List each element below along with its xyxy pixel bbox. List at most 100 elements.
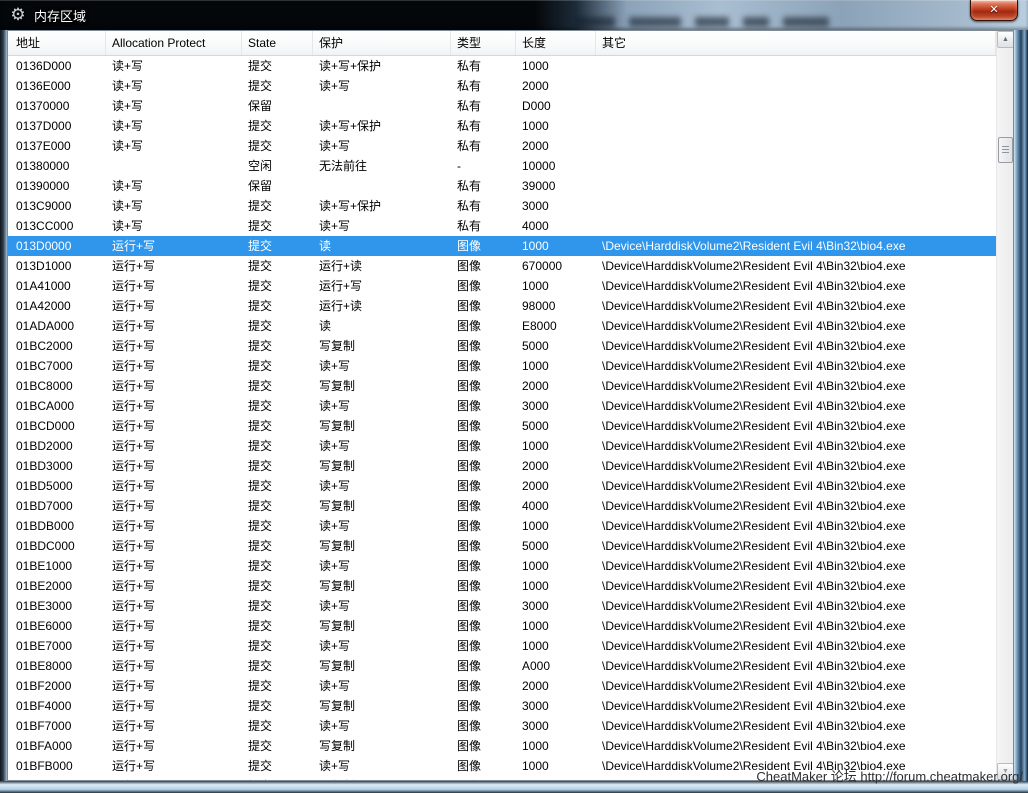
table-row[interactable]: 01BC7000运行+写提交读+写图像1000\Device\HarddiskV… [8,356,996,376]
table-row[interactable]: 01ADA000运行+写提交读图像E8000\Device\HarddiskVo… [8,316,996,336]
table-cell: 无法前往 [313,156,451,176]
table-cell: 提交 [242,276,313,296]
table-cell: 运行+写 [106,236,242,256]
table-cell: 提交 [242,476,313,496]
table-row[interactable]: 01BE1000运行+写提交读+写图像1000\Device\HarddiskV… [8,556,996,576]
title-bar[interactable]: ⚙ 内存区域 ✕ [0,0,1028,30]
window-border-left [0,30,7,793]
table-row[interactable]: 0136E000读+写提交读+写私有2000 [8,76,996,96]
table-cell: 01390000 [8,176,106,196]
table-cell: 01ADA000 [8,316,106,336]
table-row[interactable]: 0137E000读+写提交读+写私有2000 [8,136,996,156]
table-row[interactable]: 01BE3000运行+写提交读+写图像3000\Device\HarddiskV… [8,596,996,616]
table-row[interactable]: 01380000空闲无法前往-10000 [8,156,996,176]
table-row[interactable]: 01370000读+写保留私有D000 [8,96,996,116]
table-cell: 运行+写 [106,256,242,276]
table-cell: 1000 [516,276,596,296]
table-row[interactable]: 01A42000运行+写提交运行+读图像98000\Device\Harddis… [8,296,996,316]
table-cell: 提交 [242,456,313,476]
table-row[interactable]: 01BF7000运行+写提交读+写图像3000\Device\HarddiskV… [8,716,996,736]
table-cell: 1000 [516,56,596,76]
table-row[interactable]: 01BD3000运行+写提交写复制图像2000\Device\HarddiskV… [8,456,996,476]
scroll-up-button[interactable]: ▲ [997,31,1014,48]
table-row[interactable]: 01BF4000运行+写提交写复制图像3000\Device\HarddiskV… [8,696,996,716]
table-cell: 提交 [242,116,313,136]
table-cell: 私有 [451,116,516,136]
table-cell: 提交 [242,736,313,756]
table-cell: 图像 [451,416,516,436]
scrollbar-thumb[interactable] [998,137,1013,163]
table-row[interactable]: 01BE7000运行+写提交读+写图像1000\Device\HarddiskV… [8,636,996,656]
table-row[interactable]: 01BD2000运行+写提交读+写图像1000\Device\HarddiskV… [8,436,996,456]
table-cell: 01BF4000 [8,696,106,716]
table-cell: 读+写 [313,136,451,156]
table-cell: 图像 [451,776,516,780]
table-row[interactable]: 013C9000读+写提交读+写+保护私有3000 [8,196,996,216]
table-row[interactable]: 01BC8000运行+写提交写复制图像2000\Device\HarddiskV… [8,376,996,396]
table-cell: 图像 [451,496,516,516]
table-cell: 图像 [451,516,516,536]
vertical-scrollbar[interactable]: ▲ ▼ [996,31,1013,780]
table-cell: 013D0000 [8,236,106,256]
background-window-blur [575,17,855,27]
column-header-4[interactable]: 类型 [451,31,516,55]
table-row[interactable]: 01BC2000运行+写提交写复制图像5000\Device\HarddiskV… [8,336,996,356]
table-cell: 读+写 [313,476,451,496]
table-cell: 01BCD000 [8,416,106,436]
column-header-3[interactable]: 保护 [313,31,451,55]
column-header-2[interactable]: State [242,31,313,55]
table-cell [596,136,996,156]
table-cell: 013C9000 [8,196,106,216]
table-row[interactable]: 013D0000运行+写提交读图像1000\Device\HarddiskVol… [8,236,996,256]
table-cell: 提交 [242,316,313,336]
table-cell: 0136D000 [8,56,106,76]
table-cell: 5000 [516,336,596,356]
table-row[interactable]: 01BDB000运行+写提交读+写图像1000\Device\HarddiskV… [8,516,996,536]
table-cell: 1000 [516,756,596,776]
table-row[interactable]: 01BE6000运行+写提交写复制图像1000\Device\HarddiskV… [8,616,996,636]
table-cell: 提交 [242,656,313,676]
table-cell: 图像 [451,536,516,556]
table-cell: 提交 [242,196,313,216]
table-row[interactable]: 01390000读+写保留私有39000 [8,176,996,196]
table-row[interactable]: 01BE2000运行+写提交写复制图像1000\Device\HarddiskV… [8,576,996,596]
table-cell: 3000 [516,716,596,736]
table-row[interactable]: 01BF2000运行+写提交读+写图像2000\Device\HarddiskV… [8,676,996,696]
table-cell: 5000 [516,536,596,556]
table-cell: 运行+写 [106,736,242,756]
table-cell: 01BE7000 [8,636,106,656]
table-row[interactable]: 01BDC000运行+写提交写复制图像5000\Device\HarddiskV… [8,536,996,556]
table-row[interactable]: 0137D000读+写提交读+写+保护私有1000 [8,116,996,136]
table-cell: 读+写 [313,76,451,96]
table-cell: \Device\HarddiskVolume2\Resident Evil 4\… [596,576,996,596]
table-cell: \Device\HarddiskVolume2\Resident Evil 4\… [596,456,996,476]
table-cell: 01BFC000 [8,776,106,780]
column-header-1[interactable]: Allocation Protect [106,31,242,55]
table-row[interactable]: 01A41000运行+写提交运行+写图像1000\Device\Harddisk… [8,276,996,296]
table-row[interactable]: 01BD7000运行+写提交写复制图像4000\Device\HarddiskV… [8,496,996,516]
table-cell: 读+写 [106,216,242,236]
table-cell: \Device\HarddiskVolume2\Resident Evil 4\… [596,356,996,376]
table-row[interactable]: 01BD5000运行+写提交读+写图像2000\Device\HarddiskV… [8,476,996,496]
table-cell: \Device\HarddiskVolume2\Resident Evil 4\… [596,676,996,696]
table-cell: 98000 [516,296,596,316]
table-row[interactable]: 01BE8000运行+写提交写复制图像A000\Device\HarddiskV… [8,656,996,676]
table-cell: 运行+写 [106,516,242,536]
column-header-5[interactable]: 长度 [516,31,596,55]
close-button[interactable]: ✕ [970,0,1018,21]
table-cell: 1000 [516,576,596,596]
close-icon: ✕ [989,4,998,16]
table-row[interactable]: 01BFA000运行+写提交写复制图像1000\Device\HarddiskV… [8,736,996,756]
column-header-6[interactable]: 其它 [596,31,996,55]
table-row[interactable]: 013CC000读+写提交读+写私有4000 [8,216,996,236]
table-cell: 提交 [242,356,313,376]
table-cell: 写复制 [313,736,451,756]
table-row[interactable]: 013D1000运行+写提交运行+读图像670000\Device\Harddi… [8,256,996,276]
table-cell: 提交 [242,76,313,96]
table-row[interactable]: 01BCA000运行+写提交读+写图像3000\Device\HarddiskV… [8,396,996,416]
table-row[interactable]: 0136D000读+写提交读+写+保护私有1000 [8,56,996,76]
column-header-0[interactable]: 地址 [8,31,106,55]
table-cell: 图像 [451,316,516,336]
memory-region-listview: 地址Allocation ProtectState保护类型长度其它 0136D0… [7,30,1014,781]
table-row[interactable]: 01BCD000运行+写提交写复制图像5000\Device\HarddiskV… [8,416,996,436]
